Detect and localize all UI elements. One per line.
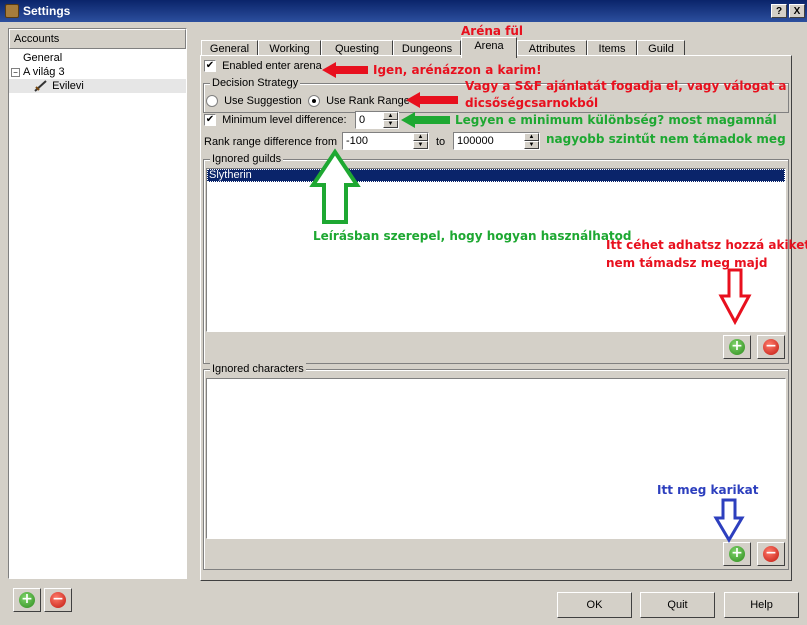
window-title: Settings	[23, 4, 71, 18]
annotation-min-level-2: nagyobb szintűt nem támadok meg	[546, 132, 786, 146]
help-title-button[interactable]: ?	[771, 4, 787, 18]
spin-down-icon[interactable]: ▼	[413, 141, 428, 149]
list-item[interactable]: Slytherin	[207, 169, 785, 182]
ok-button[interactable]: OK	[557, 592, 632, 618]
spin-up-icon[interactable]: ▲	[413, 133, 428, 141]
enable-arena-row: ✔ Enabled enter arena	[204, 60, 322, 73]
tree-item-general[interactable]: General	[9, 51, 186, 65]
min-level-checkbox[interactable]: ✔	[204, 114, 216, 127]
annotation-min-level-1: Legyen e minimum különbség? most magamná…	[455, 113, 777, 127]
annotation-description: Leírásban szerepel, hogy hogyan használh…	[313, 229, 632, 243]
remove-character-button[interactable]: −	[757, 542, 785, 566]
minus-icon: −	[763, 546, 779, 562]
annotation-strategy-1: Vagy a S&F ajánlatát fogadja el, vagy vá…	[465, 79, 787, 93]
ignored-characters-group: Ignored characters + −	[203, 363, 789, 570]
minus-icon: −	[763, 339, 779, 355]
accounts-tree: General − A világ 3 Evilevi	[9, 49, 186, 95]
plus-icon: +	[729, 339, 745, 355]
use-rank-range-option[interactable]: Use Rank Range	[308, 95, 410, 108]
use-suggestion-label: Use Suggestion	[224, 95, 302, 107]
spin-down-icon[interactable]: ▼	[383, 120, 398, 128]
remove-guild-button[interactable]: −	[757, 335, 785, 359]
ignored-characters-list[interactable]	[206, 378, 786, 539]
accounts-header: Accounts	[9, 29, 186, 49]
title-bar: Settings ? X	[0, 0, 807, 22]
decision-strategy-label: Decision Strategy	[210, 77, 301, 89]
minus-icon: −	[50, 592, 66, 608]
tree-item-label: A világ 3	[23, 66, 65, 78]
tree-item-character[interactable]: Evilevi	[9, 79, 186, 93]
rank-to-spinbox[interactable]: 100000 ▲ ▼	[453, 132, 540, 150]
annotation-guilds-2: nem támadsz meg majd	[606, 256, 768, 270]
quit-button[interactable]: Quit	[640, 592, 715, 618]
tab-arena[interactable]: Arena	[461, 37, 517, 58]
rank-to-value: 100000	[457, 135, 494, 147]
help-button[interactable]: Help	[724, 592, 799, 618]
min-level-value: 0	[359, 114, 366, 126]
min-level-spin-buttons[interactable]: ▲ ▼	[383, 112, 398, 128]
use-rank-range-label: Use Rank Range	[326, 95, 410, 107]
rank-to-spin-buttons[interactable]: ▲ ▼	[524, 133, 539, 149]
add-account-button[interactable]: +	[13, 588, 41, 612]
rank-from-value: -100	[346, 135, 369, 147]
annotation-strategy-2: dicsőségcsarnokból	[465, 96, 599, 110]
rank-from-label: Rank range difference from	[204, 136, 338, 148]
spin-up-icon[interactable]: ▲	[383, 112, 398, 120]
tree-item-label: General	[23, 52, 63, 64]
remove-account-button[interactable]: −	[44, 588, 72, 612]
spin-up-icon[interactable]: ▲	[524, 133, 539, 141]
rank-to-label: to	[436, 136, 446, 148]
tree-item-label: Evilevi	[52, 80, 84, 92]
sword-icon	[34, 80, 47, 92]
enable-arena-checkbox[interactable]: ✔	[204, 60, 216, 73]
min-level-label: Minimum level difference:	[222, 114, 347, 126]
annotation-tab-title: Aréna fül	[461, 24, 524, 38]
tree-item-world[interactable]: − A világ 3	[9, 65, 186, 79]
app-icon	[5, 4, 19, 18]
use-suggestion-radio[interactable]	[206, 95, 218, 108]
min-level-spinbox[interactable]: 0 ▲ ▼	[355, 111, 399, 129]
use-suggestion-option[interactable]: Use Suggestion	[206, 95, 302, 108]
rank-from-spin-buttons[interactable]: ▲ ▼	[413, 133, 428, 149]
ignored-guilds-label: Ignored guilds	[210, 153, 284, 165]
use-rank-range-radio[interactable]	[308, 95, 320, 108]
plus-icon: +	[729, 546, 745, 562]
min-level-row: ✔ Minimum level difference:	[204, 114, 347, 127]
enable-arena-label: Enabled enter arena	[222, 60, 322, 72]
plus-icon: +	[19, 592, 35, 608]
collapse-icon[interactable]: −	[11, 67, 20, 77]
rank-from-spinbox[interactable]: -100 ▲ ▼	[342, 132, 429, 150]
accounts-tree-panel[interactable]: Accounts General − A világ 3 Evilevi	[8, 28, 187, 579]
spin-down-icon[interactable]: ▼	[524, 141, 539, 149]
close-title-button[interactable]: X	[789, 4, 805, 18]
ignored-characters-label: Ignored characters	[210, 363, 306, 375]
annotation-guilds-1: Itt céhet adhatsz hozzá akiket	[606, 238, 807, 252]
annotation-chars: Itt meg karikat	[657, 483, 759, 497]
add-character-button[interactable]: +	[723, 542, 751, 566]
add-guild-button[interactable]: +	[723, 335, 751, 359]
annotation-enable: Igen, arénázzon a karim!	[373, 63, 542, 77]
